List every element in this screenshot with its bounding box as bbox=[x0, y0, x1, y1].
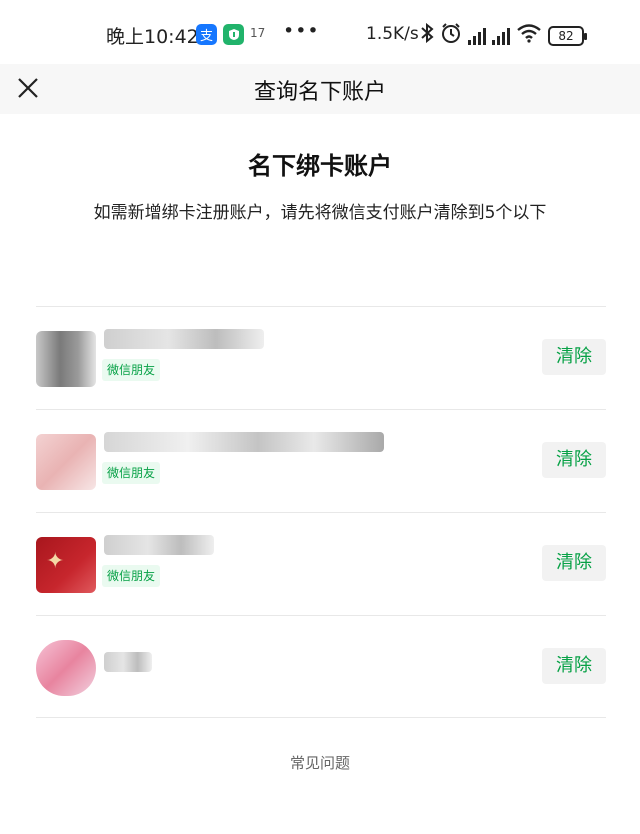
bluetooth-icon bbox=[420, 22, 434, 48]
calendar-icon: 17 bbox=[250, 26, 266, 40]
status-bar: 晚上10:42 支 17 ••• 1.5K/s 82 bbox=[0, 0, 640, 64]
nav-bar: 查询名下账户 bbox=[0, 64, 640, 114]
account-name-redacted bbox=[104, 432, 384, 452]
clear-button[interactable]: 清除 bbox=[542, 339, 606, 375]
account-name-redacted bbox=[104, 535, 214, 555]
alipay-icon: 支 bbox=[196, 24, 217, 45]
avatar bbox=[36, 434, 96, 490]
friend-tag: 微信朋友 bbox=[102, 565, 161, 587]
section-title: 名下绑卡账户 bbox=[248, 152, 392, 180]
friend-tag: 微信朋友 bbox=[102, 462, 161, 484]
wifi-icon bbox=[516, 23, 542, 48]
network-speed: 1.5K/s bbox=[366, 24, 419, 44]
account-list: 微信朋友 清除 微信朋友 清除 ✦ 微信朋友 清除 清除 bbox=[36, 306, 606, 718]
account-row: 微信朋友 清除 bbox=[36, 409, 606, 512]
more-notifications-icon: ••• bbox=[283, 20, 320, 42]
account-name-redacted bbox=[104, 329, 264, 349]
alarm-icon bbox=[440, 22, 462, 49]
page-title: 查询名下账户 bbox=[253, 80, 386, 105]
clear-button[interactable]: 清除 bbox=[542, 442, 606, 478]
friend-tag: 微信朋友 bbox=[102, 359, 161, 381]
avatar bbox=[36, 331, 96, 387]
account-row: ✦ 微信朋友 清除 bbox=[36, 512, 606, 615]
signal-icon bbox=[492, 27, 510, 45]
account-row: 微信朋友 清除 bbox=[36, 306, 606, 409]
battery-icon: 82 bbox=[548, 25, 587, 46]
status-right-icons: 82 bbox=[420, 22, 587, 49]
clear-button[interactable]: 清除 bbox=[542, 648, 606, 684]
faq-link[interactable]: 常见问题 bbox=[0, 752, 640, 773]
account-row: 清除 bbox=[36, 615, 606, 718]
avatar: ✦ bbox=[36, 537, 96, 593]
status-time: 晚上10:42 bbox=[106, 26, 199, 48]
signal-icon bbox=[468, 27, 486, 45]
avatar-glyph: ✦ bbox=[46, 549, 65, 574]
avatar bbox=[36, 640, 96, 696]
main-content: 名下绑卡账户 如需新增绑卡注册账户，请先将微信支付账户清除到5个以下 微信朋友 … bbox=[0, 114, 640, 834]
section-description: 如需新增绑卡注册账户，请先将微信支付账户清除到5个以下 bbox=[93, 203, 547, 223]
shield-icon bbox=[223, 24, 244, 45]
clear-button[interactable]: 清除 bbox=[542, 545, 606, 581]
account-name-redacted bbox=[104, 652, 152, 672]
